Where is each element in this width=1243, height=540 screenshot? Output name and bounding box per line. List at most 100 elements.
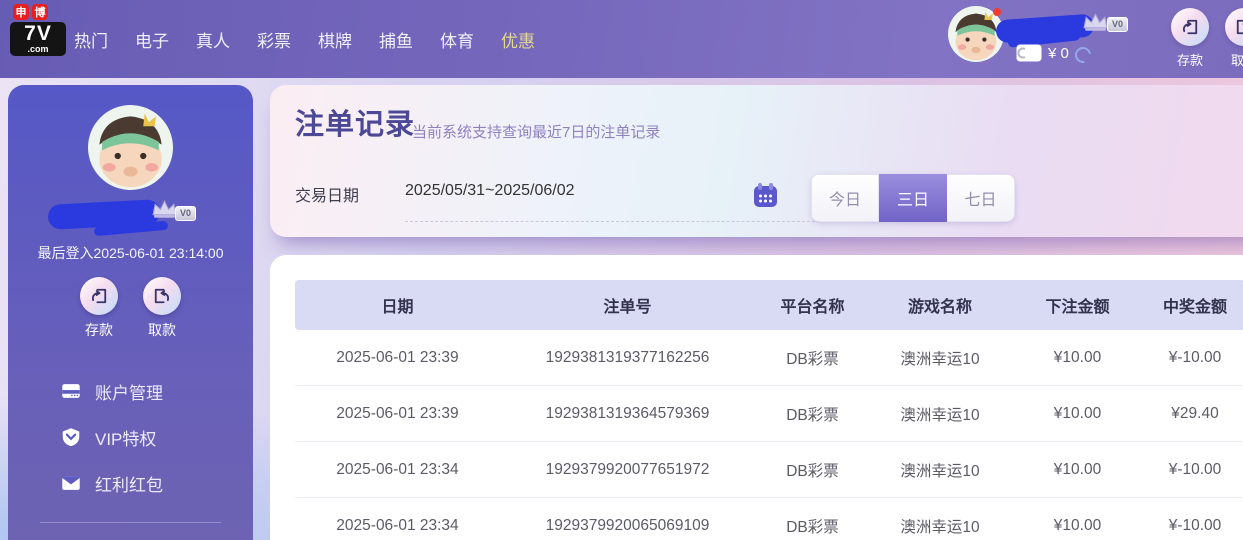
nav-item-sports[interactable]: 体育 — [440, 27, 474, 52]
logo-suffix: .com — [12, 45, 64, 54]
range-button-3days[interactable]: 三日 — [879, 174, 947, 222]
withdraw-label: 取款 — [1222, 50, 1243, 69]
sidebar-withdraw-button[interactable]: 取款 — [140, 277, 184, 340]
cell-date: 2025-06-01 23:34 — [295, 461, 500, 479]
records-table-card: 日期 注单号 平台名称 游戏名称 下注金额 中奖金额 2025-06-01 23… — [270, 255, 1243, 540]
cell-date: 2025-06-01 23:39 — [295, 405, 500, 423]
sidebar-item-label: 红利红包 — [95, 471, 163, 496]
table-row: 2025-06-01 23:34 1929379920065069109 DB彩… — [295, 498, 1243, 540]
cell-platform: DB彩票 — [755, 403, 870, 425]
cell-date: 2025-06-01 23:34 — [295, 517, 500, 535]
cell-win-amount: ¥-10.00 — [1145, 349, 1243, 367]
cell-game: 澳洲幸运10 — [870, 403, 1010, 425]
deposit-label: 存款 — [77, 320, 121, 340]
nav-item-slots[interactable]: 电子 — [135, 27, 169, 52]
notification-dot — [993, 8, 1001, 16]
top-navigation-bar: 申 博 7V .com 热门 电子 真人 彩票 棋牌 捕鱼 体育 优惠 — [0, 0, 1243, 78]
vip-level-badge: V0 — [1107, 17, 1128, 32]
nav-item-promos[interactable]: 优惠 — [501, 27, 535, 52]
column-header-platform: 平台名称 — [755, 293, 870, 317]
crown-icon — [151, 199, 178, 220]
refresh-balance-icon[interactable] — [1072, 44, 1094, 66]
last-login-text: 最后登入2025-06-01 23:14:00 — [8, 243, 253, 263]
logo-name: 7V — [12, 23, 64, 45]
table-row: 2025-06-01 23:39 1929381319377162256 DB彩… — [295, 330, 1243, 386]
logo-badges: 申 博 — [13, 4, 66, 20]
page: 申 博 7V .com 热门 电子 真人 彩票 棋牌 捕鱼 体育 优惠 — [0, 0, 1243, 540]
cell-win-amount: ¥-10.00 — [1145, 517, 1243, 535]
table-header-row: 日期 注单号 平台名称 游戏名称 下注金额 中奖金额 — [295, 280, 1243, 330]
cell-bet-amount: ¥10.00 — [1010, 405, 1145, 423]
sidebar-item-bonus[interactable]: 红利红包 — [60, 469, 163, 497]
table-row: 2025-06-01 23:39 1929381319364579369 DB彩… — [295, 386, 1243, 442]
sidebar: V0 最后登入2025-06-01 23:14:00 存款 取款 — [8, 85, 253, 540]
vip-shield-icon — [60, 426, 82, 448]
deposit-label: 存款 — [1168, 50, 1212, 69]
withdraw-icon — [143, 277, 181, 315]
records-table: 日期 注单号 平台名称 游戏名称 下注金额 中奖金额 2025-06-01 23… — [295, 280, 1243, 540]
wallet-icon — [1016, 44, 1042, 62]
deposit-icon — [1171, 8, 1209, 46]
column-header-date: 日期 — [295, 293, 500, 317]
nav-item-lottery[interactable]: 彩票 — [257, 27, 291, 52]
cell-bet-id: 1929381319364579369 — [500, 405, 755, 423]
cell-platform: DB彩票 — [755, 459, 870, 481]
logo-badge-right: 博 — [32, 4, 48, 20]
deposit-button[interactable]: 存款 — [1168, 8, 1212, 69]
cell-bet-amount: ¥10.00 — [1010, 461, 1145, 479]
crown-icon — [1082, 12, 1109, 33]
range-button-7days[interactable]: 七日 — [947, 174, 1015, 222]
sidebar-item-label: VIP特权 — [95, 425, 156, 450]
sidebar-divider — [40, 522, 221, 523]
main-nav: 热门 电子 真人 彩票 棋牌 捕鱼 体育 优惠 — [74, 0, 535, 78]
cell-win-amount: ¥29.40 — [1145, 405, 1243, 423]
column-header-game: 游戏名称 — [870, 293, 1010, 317]
date-range-quick-buttons: 今日 三日 七日 — [811, 174, 1015, 222]
date-range-input[interactable]: 2025/05/31~2025/06/02 — [405, 182, 575, 200]
table-row: 2025-06-01 23:34 1929379920077651972 DB彩… — [295, 442, 1243, 498]
withdraw-label: 取款 — [140, 320, 184, 340]
sidebar-item-label: 账户管理 — [95, 379, 163, 404]
sidebar-menu: 账户管理 VIP特权 红利红包 — [60, 377, 163, 515]
records-header-card: 注单记录 当前系统支持查询最近7日的注单记录 交易日期 2025/05/31~2… — [270, 85, 1243, 237]
page-subtitle: 当前系统支持查询最近7日的注单记录 — [412, 121, 660, 142]
cell-game: 澳洲幸运10 — [870, 515, 1010, 537]
vip-level-badge: V0 — [175, 206, 196, 221]
logo-block: 7V .com — [10, 22, 66, 56]
date-filter-label: 交易日期 — [295, 182, 359, 206]
deposit-icon — [80, 277, 118, 315]
site-logo[interactable]: 申 博 7V .com — [10, 4, 66, 56]
nav-item-fishing[interactable]: 捕鱼 — [379, 27, 413, 52]
cell-bet-amount: ¥10.00 — [1010, 517, 1145, 535]
column-header-bet-id: 注单号 — [500, 293, 755, 317]
cell-win-amount: ¥-10.00 — [1145, 461, 1243, 479]
page-title: 注单记录 — [295, 101, 415, 143]
cell-bet-id: 1929379920065069109 — [500, 517, 755, 535]
nav-item-hot[interactable]: 热门 — [74, 27, 108, 52]
cell-bet-amount: ¥10.00 — [1010, 349, 1145, 367]
range-button-today[interactable]: 今日 — [811, 174, 879, 222]
envelope-icon — [60, 472, 82, 494]
cell-platform: DB彩票 — [755, 347, 870, 369]
cell-game: 澳洲幸运10 — [870, 347, 1010, 369]
cell-platform: DB彩票 — [755, 515, 870, 537]
sidebar-item-vip[interactable]: VIP特权 — [60, 423, 163, 451]
nav-item-live[interactable]: 真人 — [196, 27, 230, 52]
calendar-icon[interactable] — [752, 182, 779, 209]
sidebar-avatar[interactable] — [88, 105, 173, 190]
withdraw-icon — [1225, 8, 1243, 46]
sidebar-deposit-button[interactable]: 存款 — [77, 277, 121, 340]
card-icon — [60, 380, 82, 402]
table-body: 2025-06-01 23:39 1929381319377162256 DB彩… — [295, 330, 1243, 540]
avatar-cartoon — [88, 105, 173, 190]
logo-badge-left: 申 — [13, 4, 29, 20]
balance-amount: ¥ 0 — [1048, 45, 1069, 62]
nav-item-cards[interactable]: 棋牌 — [318, 27, 352, 52]
column-header-win-amount: 中奖金额 — [1145, 293, 1243, 317]
column-header-bet-amount: 下注金额 — [1010, 293, 1145, 317]
cell-date: 2025-06-01 23:39 — [295, 349, 500, 367]
sidebar-item-account[interactable]: 账户管理 — [60, 377, 163, 405]
date-input-underline — [405, 221, 825, 222]
withdraw-button[interactable]: 取款 — [1222, 8, 1243, 69]
cell-game: 澳洲幸运10 — [870, 459, 1010, 481]
